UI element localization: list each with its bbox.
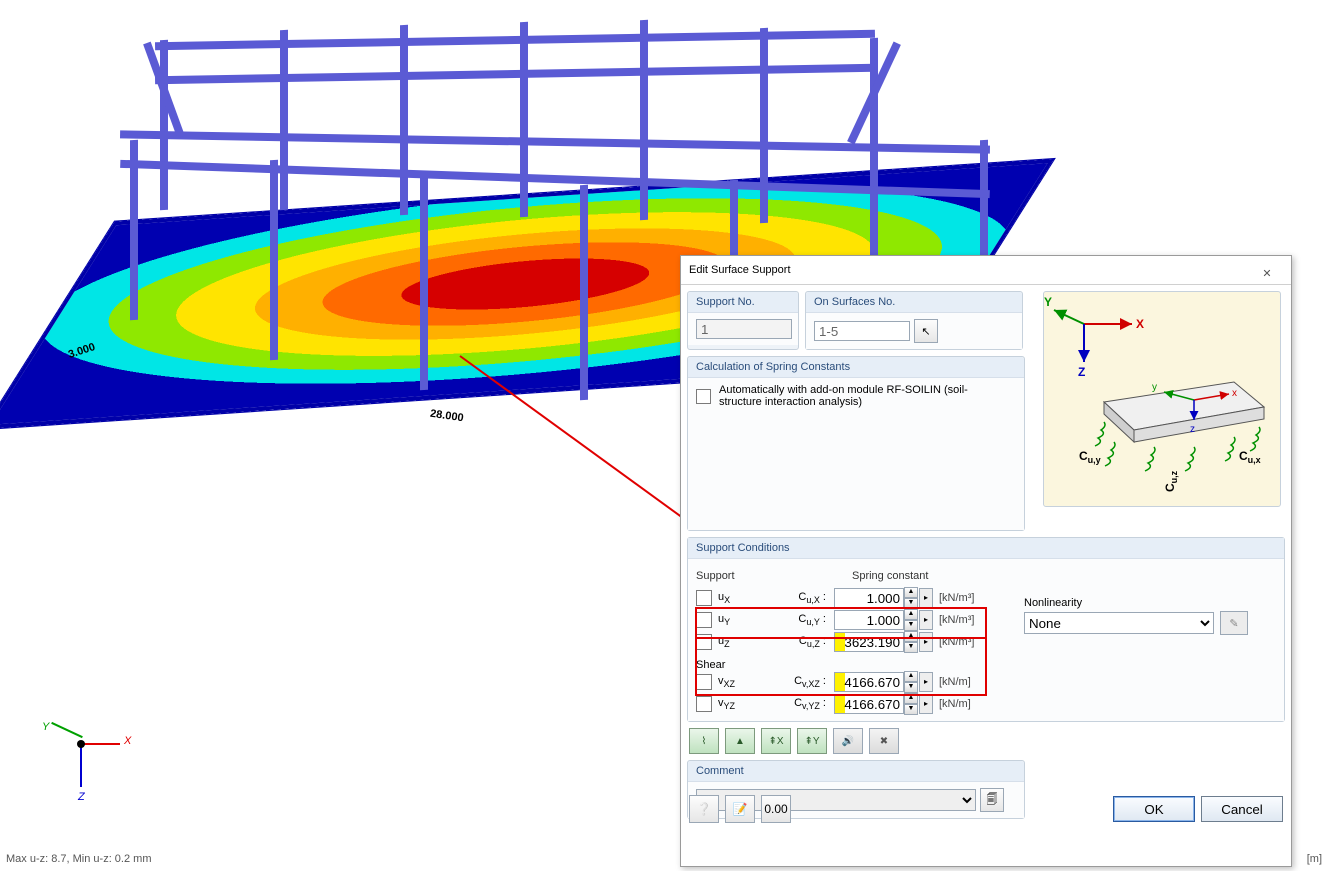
unit-label: [m]	[1307, 853, 1322, 865]
row-vxz: vXZ Cv,XZ : ▲▼ ▸ [kN/m]	[696, 671, 1276, 693]
group-label: On Surfaces No.	[806, 292, 1022, 313]
nonlinearity-edit-button[interactable]: ✎	[1220, 611, 1248, 635]
spin-down-icon[interactable]: ▼	[904, 598, 918, 609]
unit-label: [kN/m³]	[939, 636, 991, 648]
col-support-label: Support	[696, 570, 760, 582]
support-type-toolbar: ⌇ ▲ ⇞X ⇞Y 🔊 ✖	[687, 722, 1285, 760]
on-surfaces-field[interactable]	[814, 321, 910, 341]
group-label: Support No.	[688, 292, 798, 313]
cancel-button[interactable]: Cancel	[1201, 796, 1283, 822]
cux-input[interactable]	[834, 588, 904, 608]
spin-down-icon[interactable]: ▼	[904, 682, 918, 693]
pick-surfaces-button[interactable]: ↖	[914, 319, 938, 343]
group-calc-spring-constants: Calculation of Spring Constants Automati…	[687, 356, 1025, 531]
svg-text:Cu,x: Cu,x	[1239, 449, 1261, 465]
svg-text:z: z	[1190, 424, 1195, 435]
group-label: Support Conditions	[688, 538, 1284, 559]
spin-step-icon[interactable]: ▸	[919, 588, 933, 608]
spin-down-icon[interactable]: ▼	[904, 704, 918, 715]
help-icon: ❔	[697, 802, 712, 816]
svg-text:x: x	[1232, 388, 1237, 399]
vxz-checkbox[interactable]	[696, 674, 712, 690]
group-support-conditions: Support Conditions Support Spring consta…	[687, 537, 1285, 722]
cuy-input[interactable]	[834, 610, 904, 630]
spin-down-icon[interactable]: ▼	[904, 620, 918, 631]
help-button[interactable]: ❔	[689, 795, 719, 823]
spin-up-icon[interactable]: ▲	[904, 587, 918, 598]
col-spring-label: Spring constant	[852, 570, 928, 582]
axis-z-label: Z	[78, 791, 85, 803]
cuz-input[interactable]	[834, 632, 904, 652]
dimension-long: 28.000	[429, 408, 464, 425]
spin-step-icon[interactable]: ▸	[919, 694, 933, 714]
unit-label: [kN/m³]	[939, 592, 991, 604]
group-on-surfaces: On Surfaces No. ↖	[805, 291, 1023, 350]
checkbox-label: Automatically with add-on module RF-SOIL…	[719, 384, 1009, 408]
group-label: Calculation of Spring Constants	[688, 357, 1024, 378]
spin-step-icon[interactable]: ▸	[919, 610, 933, 630]
dialog-bottom-bar: ❔ 📝 0.00 OK Cancel	[689, 795, 1283, 823]
svg-text:Y: Y	[1044, 295, 1052, 309]
cvyz-input[interactable]	[834, 694, 904, 714]
svg-text:y: y	[1152, 382, 1157, 393]
unit-label: [kN/m³]	[939, 614, 991, 626]
shear-label: Shear	[696, 659, 1276, 671]
svg-text:Cu,y: Cu,y	[1079, 449, 1101, 465]
spin-up-icon[interactable]: ▲	[904, 609, 918, 620]
spin-down-icon[interactable]: ▼	[904, 642, 918, 653]
unit-label: [kN/m]	[939, 676, 991, 688]
unit-label: [kN/m]	[939, 698, 991, 710]
nonlinearity-label: Nonlinearity	[1024, 597, 1274, 609]
dialog-titlebar[interactable]: Edit Surface Support ✕	[681, 256, 1291, 285]
vyz-checkbox[interactable]	[696, 696, 712, 712]
cvxz-input[interactable]	[834, 672, 904, 692]
spin-step-icon[interactable]: ▸	[919, 672, 933, 692]
spin-step-icon[interactable]: ▸	[919, 632, 933, 652]
tool-sound-icon[interactable]: 🔊	[833, 728, 863, 754]
uz-checkbox[interactable]	[696, 634, 712, 650]
ok-button[interactable]: OK	[1113, 796, 1195, 822]
uy-checkbox[interactable]	[696, 612, 712, 628]
axis-y-label: Y	[42, 721, 49, 733]
ux-checkbox[interactable]	[696, 590, 712, 606]
nonlinearity-block: Nonlinearity None ✎	[1024, 597, 1274, 635]
svg-text:Cu,z: Cu,z	[1163, 470, 1179, 492]
nonlinearity-select[interactable]: None	[1024, 612, 1214, 634]
axis-widget[interactable]: X Z Y	[40, 721, 130, 801]
callout-arrow	[459, 355, 687, 521]
support-preview-image: X Y Z x y z	[1043, 291, 1281, 507]
edit-surface-support-dialog: Edit Surface Support ✕ Support No. On Su…	[680, 255, 1292, 867]
units-icon: 0.00	[764, 802, 787, 816]
tool-fixed-icon[interactable]: ⌇	[689, 728, 719, 754]
spin-up-icon[interactable]: ▲	[904, 631, 918, 642]
dimension-short: 3.000	[67, 341, 97, 361]
units-button[interactable]: 0.00	[761, 795, 791, 823]
support-no-field[interactable]	[696, 319, 792, 339]
checkbox-icon	[696, 389, 711, 404]
group-label: Comment	[688, 761, 1024, 782]
tool-hinged-icon[interactable]: ▲	[725, 728, 755, 754]
auto-rf-soilin-checkbox[interactable]: Automatically with add-on module RF-SOIL…	[696, 384, 1009, 408]
status-bar-text: Max u-z: 8.7, Min u-z: 0.2 mm	[6, 853, 151, 865]
tool-none-icon[interactable]: ✖	[869, 728, 899, 754]
notes-button[interactable]: 📝	[725, 795, 755, 823]
close-icon[interactable]: ✕	[1251, 260, 1283, 280]
svg-text:Z: Z	[1078, 365, 1085, 379]
svg-text:X: X	[1136, 317, 1144, 331]
spin-up-icon[interactable]: ▲	[904, 693, 918, 704]
row-vyz: vYZ Cv,YZ : ▲▼ ▸ [kN/m]	[696, 693, 1276, 715]
notes-icon: 📝	[733, 802, 748, 816]
axis-x-label: X	[124, 735, 131, 747]
spin-up-icon[interactable]: ▲	[904, 671, 918, 682]
group-support-no: Support No.	[687, 291, 799, 350]
tool-slide-y-icon[interactable]: ⇞Y	[797, 728, 827, 754]
tool-slide-x-icon[interactable]: ⇞X	[761, 728, 791, 754]
dialog-title: Edit Surface Support	[689, 256, 1251, 284]
